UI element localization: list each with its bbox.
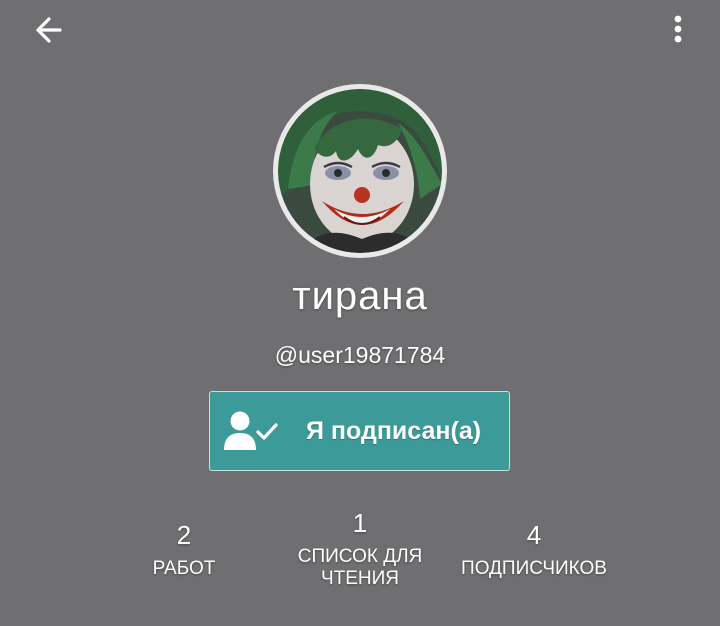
stat-reading-lists[interactable]: 1 СПИСОК ДЛЯ ЧТЕНИЯ [275,508,445,590]
display-name: тирана [292,274,428,318]
stat-reading-lists-count: 1 [352,508,368,538]
back-button[interactable] [30,10,70,50]
stat-followers-count: 4 [526,520,542,550]
stat-works-label: РАБОТ [152,558,216,579]
more-options-button[interactable] [658,8,698,48]
person-check-icon [224,411,278,450]
avatar[interactable] [273,84,447,258]
follow-button[interactable]: Я подписан(а) [209,391,510,471]
username: @user19871784 [274,342,446,368]
stat-works[interactable]: 2 РАБОТ [124,520,244,580]
avatar-image [278,89,442,253]
stat-works-count: 2 [176,520,192,550]
follow-button-label: Я подписан(а) [306,417,482,445]
stat-reading-lists-label: СПИСОК ДЛЯ ЧТЕНИЯ [297,546,423,589]
top-bar [0,0,720,60]
more-vertical-icon [674,15,682,43]
arrow-left-icon [36,17,62,43]
stat-followers[interactable]: 4 ПОДПИСЧИКОВ [434,520,634,580]
stat-followers-label: ПОДПИСЧИКОВ [461,558,607,579]
